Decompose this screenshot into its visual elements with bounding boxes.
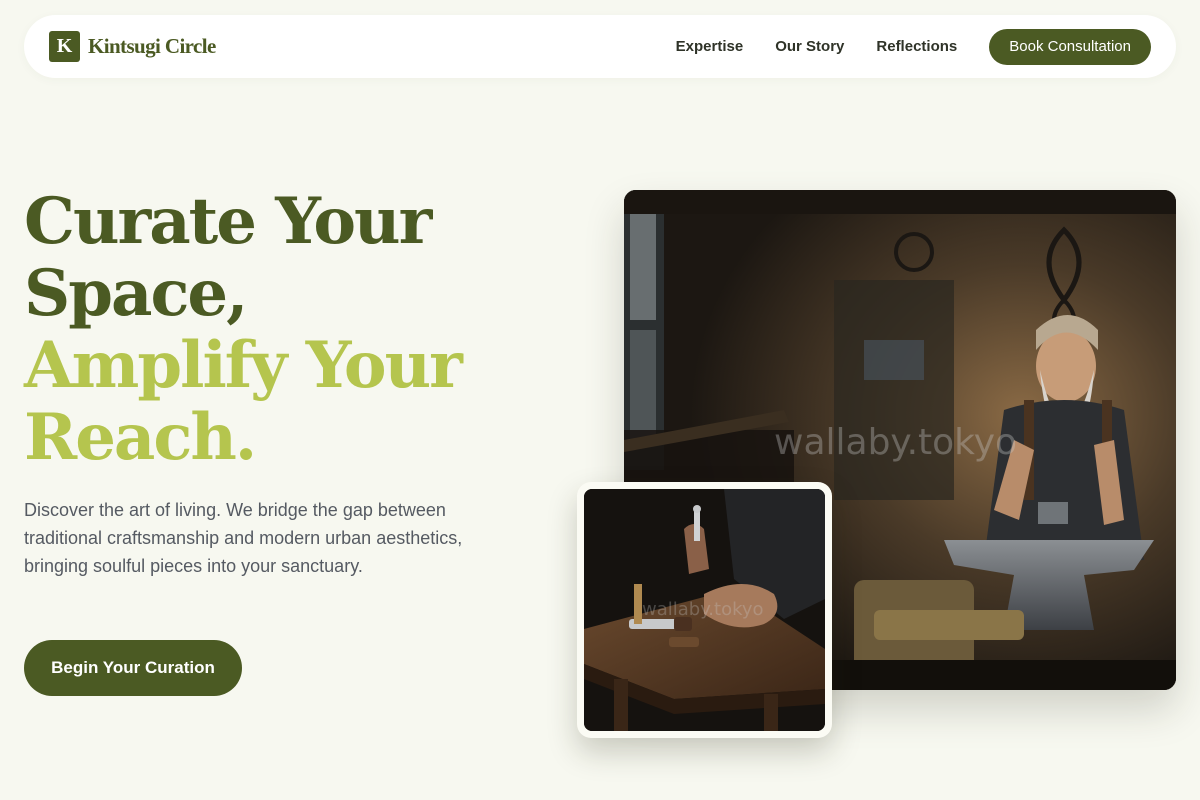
brand-mark-icon: K xyxy=(49,31,80,62)
brand-name: Kintsugi Circle xyxy=(88,34,216,58)
hero-heading: Curate Your Space, Amplify Your Reach. xyxy=(24,184,463,475)
hero-heading-line-4: Reach. xyxy=(24,400,257,475)
begin-curation-button[interactable]: Begin Your Curation xyxy=(24,640,242,696)
watermark-text-main: wallaby.tokyo xyxy=(774,422,1018,463)
hero-heading-line-2: Space, xyxy=(24,256,248,331)
book-consultation-button[interactable]: Book Consultation xyxy=(989,28,1151,65)
nav-link-expertise[interactable]: Expertise xyxy=(676,38,744,55)
watermark-text-secondary: wallaby.tokyo xyxy=(642,599,764,620)
nav-links: Expertise Our Story Reflections Book Con… xyxy=(676,28,1151,65)
nav-link-our-story[interactable]: Our Story xyxy=(775,38,844,55)
secondary-image-frame: wallaby.tokyo xyxy=(577,482,832,738)
nav-link-reflections[interactable]: Reflections xyxy=(876,38,957,55)
hero-heading-line-3: Amplify Your xyxy=(24,328,463,403)
brand-logo[interactable]: K Kintsugi Circle xyxy=(49,31,216,62)
top-navigation-bar: K Kintsugi Circle Expertise Our Story Re… xyxy=(24,15,1176,78)
hero-description: Discover the art of living. We bridge th… xyxy=(24,500,463,576)
secondary-image-craftsman-hands: wallaby.tokyo xyxy=(584,489,825,731)
hero-heading-line-1: Curate Your xyxy=(24,184,432,259)
